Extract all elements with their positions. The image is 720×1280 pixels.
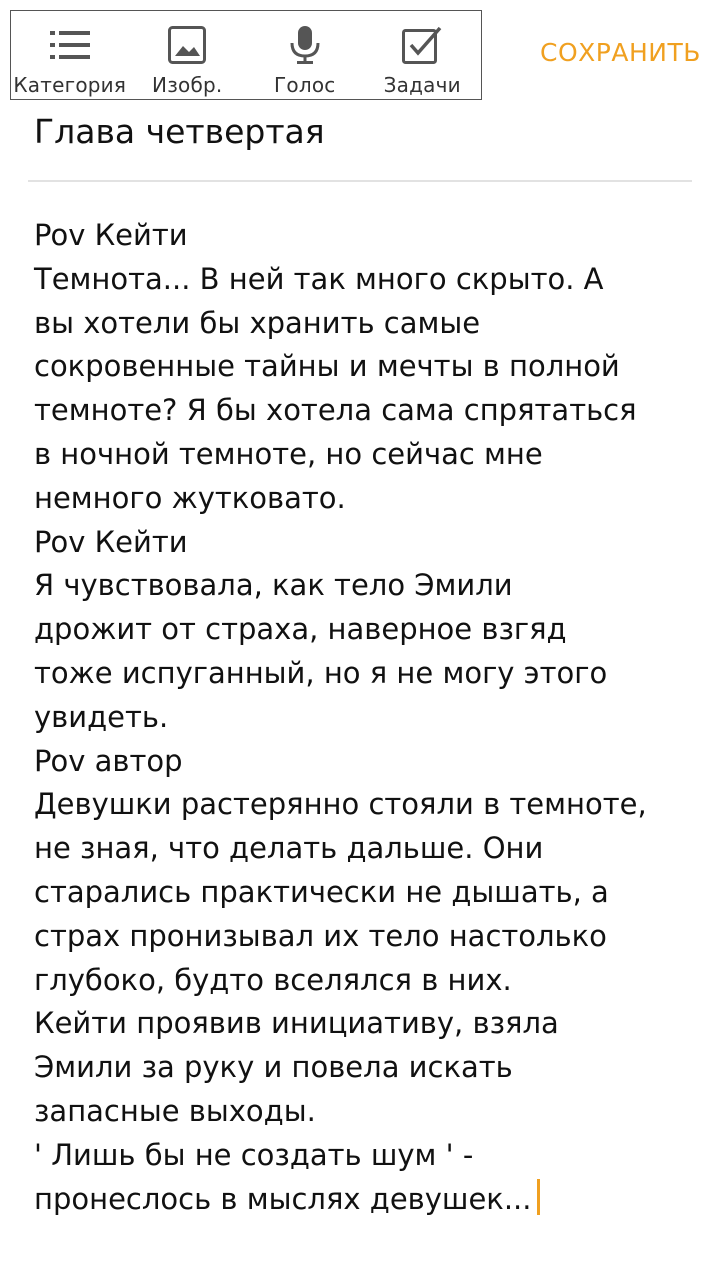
- voice-button[interactable]: Голос: [246, 11, 364, 99]
- note-body-line: тоже испуганный, но я не могу этого: [34, 655, 608, 690]
- note-body-line: сокровенные тайны и мечты в полной: [34, 349, 620, 384]
- note-body-line: не зная, что делать дальше. Они: [34, 831, 544, 866]
- note-body-line: вы хотели бы хранить самые: [34, 305, 481, 340]
- note-body-line: Я чувствовала, как тело Эмили: [34, 568, 513, 603]
- image-icon: [165, 23, 209, 67]
- tasks-label: Задачи: [383, 73, 461, 97]
- note-body-line: ' Лишь бы не создать шум ' -: [34, 1137, 474, 1172]
- checkbox-icon: [400, 23, 444, 67]
- note-body-line: Темнота... В ней так много скрыто. А: [34, 261, 604, 296]
- note-body-line: Pov Кейти: [34, 218, 188, 252]
- save-button[interactable]: СОХРАНИТЬ: [540, 38, 701, 67]
- note-body-line: глубоко, будто вселялся в них.: [34, 962, 512, 997]
- note-title-field[interactable]: Глава четвертая: [34, 108, 684, 156]
- list-icon: [48, 23, 92, 67]
- note-body-line: Девушки растерянно стояли в темноте,: [34, 787, 647, 822]
- note-body-line: увидеть.: [34, 699, 169, 734]
- editor-toolbar: Категория Изобр. Голос Задачи: [10, 10, 482, 100]
- note-body-line: Эмили за руку и повела искать: [34, 1050, 513, 1085]
- note-body-line: дрожит от страха, наверное взгяд: [34, 612, 567, 647]
- category-label: Категория: [13, 73, 127, 97]
- microphone-icon: [283, 23, 327, 67]
- image-button[interactable]: Изобр.: [129, 11, 247, 99]
- note-body-line: Pov автор: [34, 743, 183, 778]
- category-button[interactable]: Категория: [11, 11, 129, 99]
- divider: [28, 180, 692, 182]
- note-body-line: темноте? Я бы хотела сама спрятаться: [34, 393, 637, 428]
- text-cursor: [537, 1178, 541, 1215]
- note-body-line: пронеслось в мыслях девушек...: [34, 1178, 702, 1222]
- tasks-button[interactable]: Задачи: [364, 11, 482, 99]
- note-body-line: в ночной темноте, но сейчас мне: [34, 436, 543, 471]
- note-body-line: старались практически не дышать, а: [34, 874, 609, 909]
- note-body-line: запасные выходы.: [34, 1093, 316, 1128]
- voice-label: Голос: [274, 73, 336, 97]
- note-body-line: Кейти проявив инициативу, взяла: [34, 1006, 559, 1041]
- image-label: Изобр.: [152, 73, 223, 97]
- note-body-line: страх пронизывал их тело настолько: [34, 918, 607, 953]
- note-body-line: Pov Кейти: [34, 524, 188, 559]
- note-body-field[interactable]: Pov Кейти Темнота... В ней так много скры…: [34, 214, 702, 1221]
- note-body-line: немного жутковато.: [34, 480, 346, 515]
